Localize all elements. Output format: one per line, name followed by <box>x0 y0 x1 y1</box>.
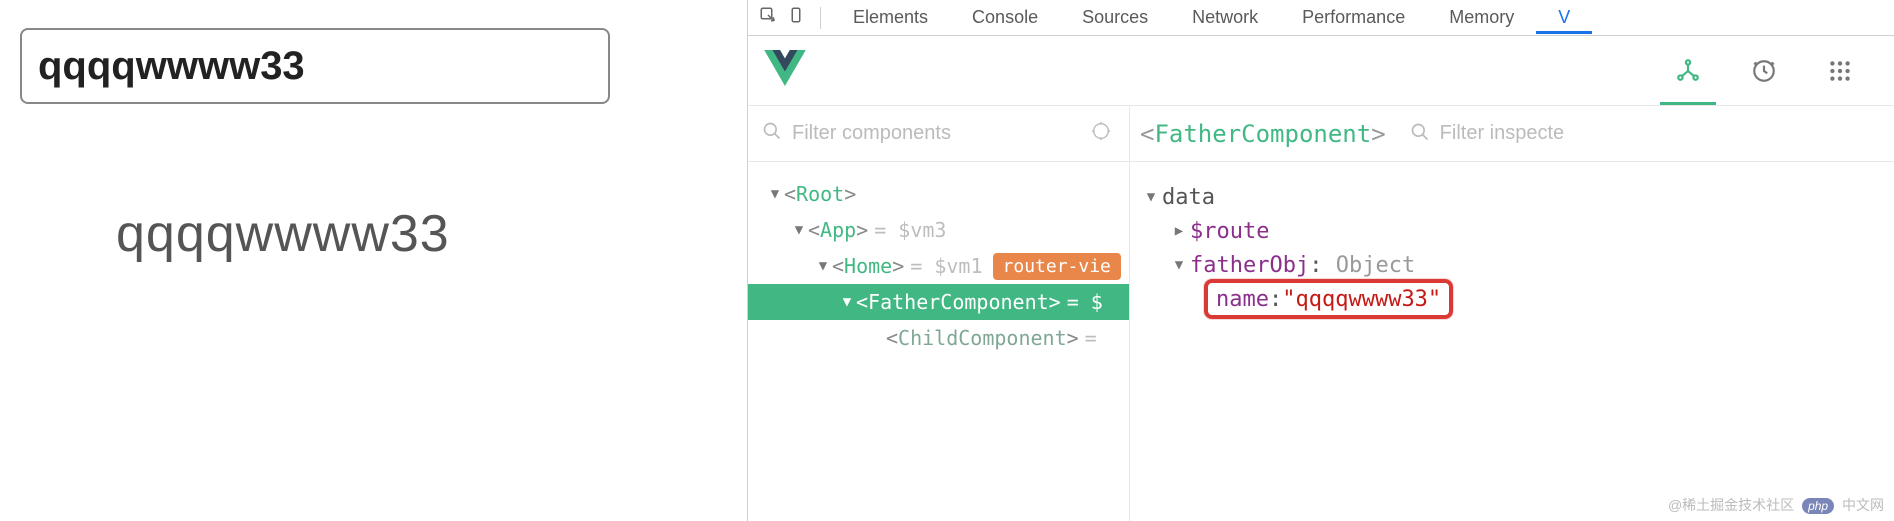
vue-devtools-body: ▼ <Root> ▼ <App> = $vm3 ▼ <Home> = $vm1 … <box>748 106 1894 521</box>
name-display-text: qqqqwwww33 <box>116 204 726 264</box>
data-section[interactable]: ▼ data <box>1140 180 1884 214</box>
tab-performance[interactable]: Performance <box>1280 1 1427 34</box>
tab-network[interactable]: Network <box>1170 1 1280 34</box>
inspector-filter-input[interactable] <box>1440 122 1640 145</box>
app-preview-panel: qqqqwwww33 <box>0 0 747 521</box>
tab-memory[interactable]: Memory <box>1427 1 1536 34</box>
tree-node-father-component[interactable]: ▼ <FatherComponent> = $ <box>748 284 1129 320</box>
tree-node-app[interactable]: ▼ <App> = $vm3 <box>748 212 1129 248</box>
devtools-tabbar: Elements Console Sources Network Perform… <box>748 0 1894 36</box>
tab-vue-cutoff[interactable]: V <box>1536 1 1592 34</box>
device-toggle-icon[interactable] <box>782 6 810 29</box>
component-tree-panel: ▼ <Root> ▼ <App> = $vm3 ▼ <Home> = $vm1 … <box>748 106 1130 521</box>
devtools-panel: Elements Console Sources Network Perform… <box>747 0 1894 521</box>
tree-node-root[interactable]: ▼ <Root> <box>748 176 1129 212</box>
component-filter-input[interactable] <box>792 122 1087 145</box>
vue-logo-icon <box>764 50 806 91</box>
tab-console[interactable]: Console <box>950 1 1060 34</box>
highlighted-value: name: "qqqqwwww33" <box>1204 279 1453 319</box>
inspector-header: <FatherComponent> <box>1130 106 1894 162</box>
router-view-badge: router-vie <box>993 253 1121 280</box>
component-inspector-panel: <FatherComponent> ▼ data ▶ $route <box>1130 106 1894 521</box>
search-icon <box>762 121 782 146</box>
chevron-down-icon: ▼ <box>838 294 856 310</box>
watermark: @稀土掘金技术社区 php 中文网 <box>1668 495 1884 515</box>
select-component-icon[interactable] <box>1087 120 1115 147</box>
data-fatherobj-name[interactable]: name: "qqqqwwww33" <box>1140 282 1884 316</box>
tab-separator <box>820 7 821 29</box>
component-tree: ▼ <Root> ▼ <App> = $vm3 ▼ <Home> = $vm1 … <box>748 162 1129 356</box>
inspector-data: ▼ data ▶ $route ▼ fatherObj: Object name… <box>1130 162 1894 334</box>
chevron-right-icon: ▶ <box>1168 223 1190 239</box>
tree-node-home[interactable]: ▼ <Home> = $vm1 router-vie <box>748 248 1129 284</box>
tab-elements[interactable]: Elements <box>831 1 950 34</box>
search-icon <box>1410 120 1430 148</box>
chevron-down-icon: ▼ <box>1168 257 1190 273</box>
settings-tool-icon[interactable] <box>1812 43 1868 99</box>
selected-component-label: <FatherComponent> <box>1140 120 1386 148</box>
data-route[interactable]: ▶ $route <box>1140 214 1884 248</box>
component-filter-row <box>748 106 1129 162</box>
chevron-down-icon: ▼ <box>790 222 808 238</box>
tree-node-child-component[interactable]: <ChildComponent> = <box>748 320 1129 356</box>
chevron-down-icon: ▼ <box>1140 189 1162 205</box>
tab-sources[interactable]: Sources <box>1060 1 1170 34</box>
data-fatherobj[interactable]: ▼ fatherObj: Object <box>1140 248 1884 282</box>
chevron-down-icon: ▼ <box>814 258 832 274</box>
inspect-element-icon[interactable] <box>754 6 782 29</box>
chevron-down-icon: ▼ <box>766 186 784 202</box>
vue-devtools-toolbar <box>748 36 1894 106</box>
name-input[interactable] <box>20 28 610 104</box>
components-tool-icon[interactable] <box>1660 39 1716 105</box>
timeline-tool-icon[interactable] <box>1736 43 1792 99</box>
php-badge-icon: php <box>1802 498 1834 514</box>
